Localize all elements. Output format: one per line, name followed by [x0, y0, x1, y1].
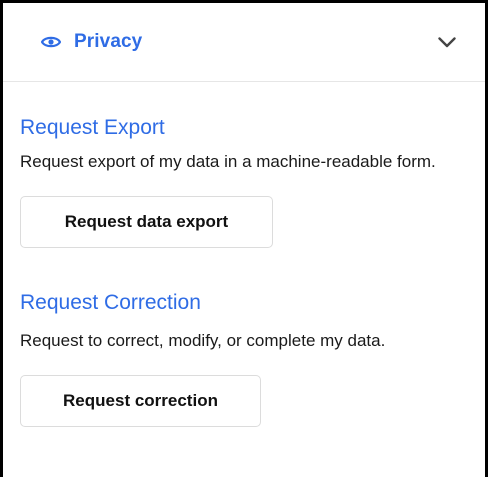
chevron-down-icon[interactable]: [435, 30, 459, 54]
privacy-panel: Privacy Request Export Request export of…: [0, 0, 488, 477]
request-data-export-button[interactable]: Request data export: [20, 196, 273, 248]
request-correction-heading: Request Correction: [20, 291, 201, 314]
request-export-heading: Request Export: [20, 116, 165, 139]
privacy-title: Privacy: [74, 31, 143, 52]
privacy-content: Request Export Request export of my data…: [3, 82, 485, 427]
request-export-section: Request Export Request export of my data…: [20, 82, 465, 248]
privacy-accordion-header[interactable]: Privacy: [3, 3, 485, 82]
request-correction-section: Request Correction Request to correct, m…: [20, 248, 465, 427]
request-correction-button[interactable]: Request correction: [20, 375, 261, 427]
request-correction-description: Request to correct, modify, or complete …: [20, 331, 386, 350]
request-export-description: Request export of my data in a machine-r…: [20, 152, 436, 171]
eye-icon: [40, 31, 62, 53]
